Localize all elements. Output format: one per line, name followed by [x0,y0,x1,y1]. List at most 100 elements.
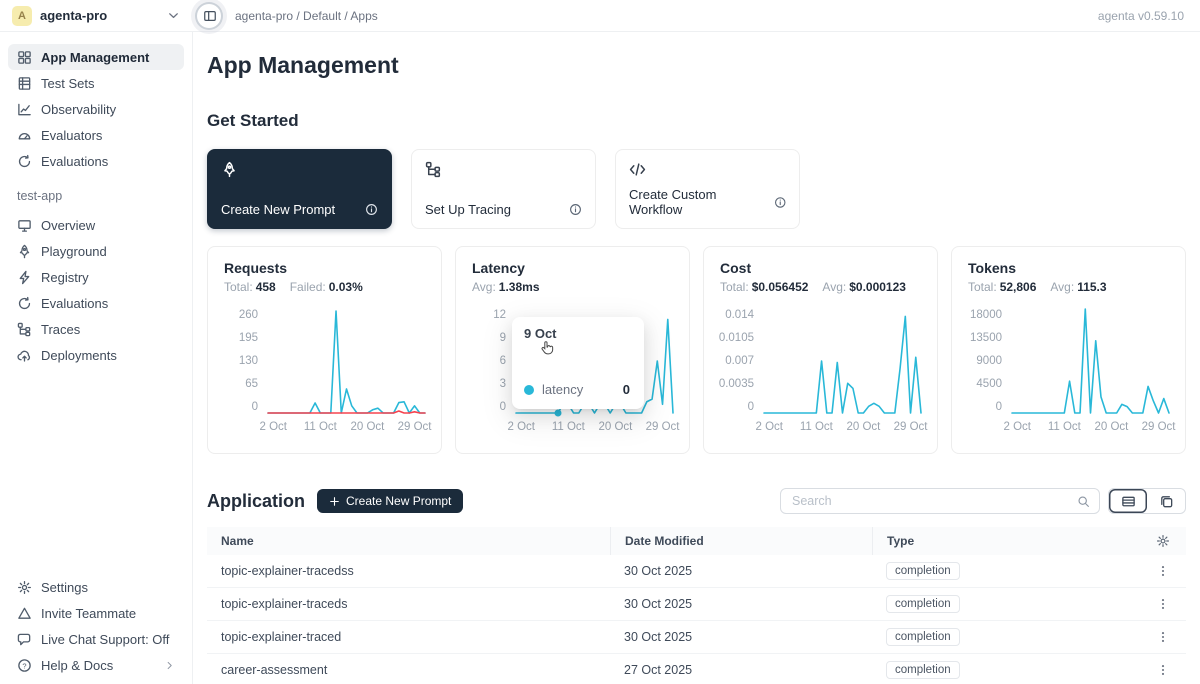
rocket-icon [17,244,32,259]
create-new-prompt-button[interactable]: Create New Prompt [317,489,463,513]
chart-title: Latency [472,260,673,276]
sidebar-item-label: Registry [41,270,89,285]
type-badge: completion [886,661,960,679]
column-header-name: Name [207,534,610,548]
create-new-prompt-card[interactable]: Create New Prompt [207,149,392,229]
sidebar-item-invite-teammate[interactable]: Invite Teammate [8,600,184,626]
workspace-name: agenta-pro [40,8,158,23]
table-settings-gear-icon[interactable] [1156,534,1170,548]
sidebar-item-live-chat[interactable]: Live Chat Support: Off [8,626,184,652]
sidebar-item-label: App Management [41,50,149,65]
sidebar-app-section-label: test-app [8,174,184,212]
card-label: Create Custom Workflow [629,187,768,217]
rocket-icon [221,161,238,178]
plot-area[interactable] [268,309,425,413]
column-header-date-modified: Date Modified [610,527,872,555]
app-date-modified: 27 Oct 2025 [610,663,872,677]
chart-tooltip: 9 Oct latency 0 [512,317,644,409]
sidebar-item-label: Evaluations [41,154,108,169]
sidebar-item-label: Help & Docs [41,658,113,673]
table-header: Name Date Modified Type [207,527,1186,555]
column-header-type: Type [872,527,1090,555]
sidebar-item-label: Evaluations [41,296,108,311]
table-view-button[interactable] [1109,489,1147,513]
workspace-avatar: A [12,6,32,26]
cost-chart-card: Cost Total:$0.056452 Avg:$0.000123 0.014… [703,246,938,454]
latency-chart-card: Latency Avg:1.38ms 129630 2 Oct11 Oct20 … [455,246,690,454]
sidebar-item-overview[interactable]: Overview [8,212,184,238]
sidebar-item-traces[interactable]: Traces [8,316,184,342]
sidebar-item-test-sets[interactable]: Test Sets [8,70,184,96]
search-icon[interactable] [1077,495,1090,508]
breadcrumb[interactable]: agenta-pro / Default / Apps [235,9,378,23]
create-custom-workflow-card[interactable]: Create Custom Workflow [615,149,800,229]
card-label: Create New Prompt [221,202,335,217]
sidebar-item-evaluations-app[interactable]: Evaluations [8,290,184,316]
search-input[interactable] [790,493,1077,509]
chevron-right-icon [164,660,175,671]
sidebar-item-deployments[interactable]: Deployments [8,342,184,368]
sidebar-item-label: Observability [41,102,116,117]
tooltip-value: 0 [623,382,630,397]
tree-icon [17,322,32,337]
sidebar-item-label: Playground [41,244,107,259]
applications-table: Name Date Modified Type topic-explainer-… [207,527,1186,684]
card-view-button[interactable] [1147,489,1185,513]
info-icon[interactable] [774,196,786,209]
test-sets-icon [17,76,32,91]
card-view-icon [1159,494,1174,509]
chat-icon [17,632,32,647]
table-row[interactable]: topic-explainer-tracedss 30 Oct 2025 com… [207,555,1186,588]
kebab-menu-icon[interactable] [1156,564,1170,578]
type-badge: completion [886,628,960,646]
monitor-icon [17,218,32,233]
sidebar-item-app-management[interactable]: App Management [8,44,184,70]
table-row[interactable]: career-assessment 27 Oct 2025 completion [207,654,1186,684]
set-up-tracing-card[interactable]: Set Up Tracing [411,149,596,229]
chart-stats: Avg:1.38ms [472,280,673,294]
app-name: topic-explainer-tracedss [207,564,610,578]
chart-stats: Total:458 Failed:0.03% [224,280,425,294]
sidebar: App Management Test Sets Observability E… [0,32,193,684]
sidebar-item-label: Invite Teammate [41,606,136,621]
info-icon[interactable] [365,203,378,216]
type-badge: completion [886,562,960,580]
kebab-menu-icon[interactable] [1156,663,1170,677]
sidebar-item-settings[interactable]: Settings [8,574,184,600]
refresh-icon [17,296,32,311]
sidebar-item-evaluators[interactable]: Evaluators [8,122,184,148]
sidebar-item-observability[interactable]: Observability [8,96,184,122]
top-bar: A agenta-pro agenta-pro / Default / Apps… [0,0,1200,32]
y-axis: 1800013500900045000 [968,309,1012,413]
tooltip-series-name: latency [542,382,583,397]
workspace-selector[interactable]: A agenta-pro [0,6,193,26]
table-row[interactable]: topic-explainer-traced 30 Oct 2025 compl… [207,621,1186,654]
sidebar-item-playground[interactable]: Playground [8,238,184,264]
search-box[interactable] [780,488,1100,514]
sidebar-item-help-docs[interactable]: ? Help & Docs [8,652,184,678]
plot-area[interactable] [764,309,921,413]
table-row[interactable]: topic-explainer-traceds 30 Oct 2025 comp… [207,588,1186,621]
chart-title: Tokens [968,260,1169,276]
kebab-menu-icon[interactable] [1156,597,1170,611]
tokens-chart-card: Tokens Total:52,806 Avg:115.3 1800013500… [951,246,1186,454]
kebab-menu-icon[interactable] [1156,630,1170,644]
sidebar-toggle-button[interactable] [197,4,221,28]
chart-stats: Total:52,806 Avg:115.3 [968,280,1169,294]
sidebar-item-registry[interactable]: Registry [8,264,184,290]
x-axis: 2 Oct11 Oct20 Oct29 Oct [764,421,921,437]
refresh-icon [17,154,32,169]
panel-icon [203,9,217,23]
sidebar-bottom: Settings Invite Teammate Live Chat Suppo… [8,574,184,678]
x-axis: 2 Oct11 Oct20 Oct29 Oct [268,421,425,437]
chevron-down-icon [166,8,181,23]
sidebar-item-evaluations[interactable]: Evaluations [8,148,184,174]
series-dot [524,385,534,395]
app-date-modified: 30 Oct 2025 [610,564,872,578]
info-icon[interactable] [569,203,582,216]
x-axis: 2 Oct11 Oct20 Oct29 Oct [1012,421,1169,437]
sidebar-item-label: Traces [41,322,80,337]
plot-area[interactable] [1012,309,1169,413]
sidebar-item-label: Deployments [41,348,117,363]
chart-title: Requests [224,260,425,276]
